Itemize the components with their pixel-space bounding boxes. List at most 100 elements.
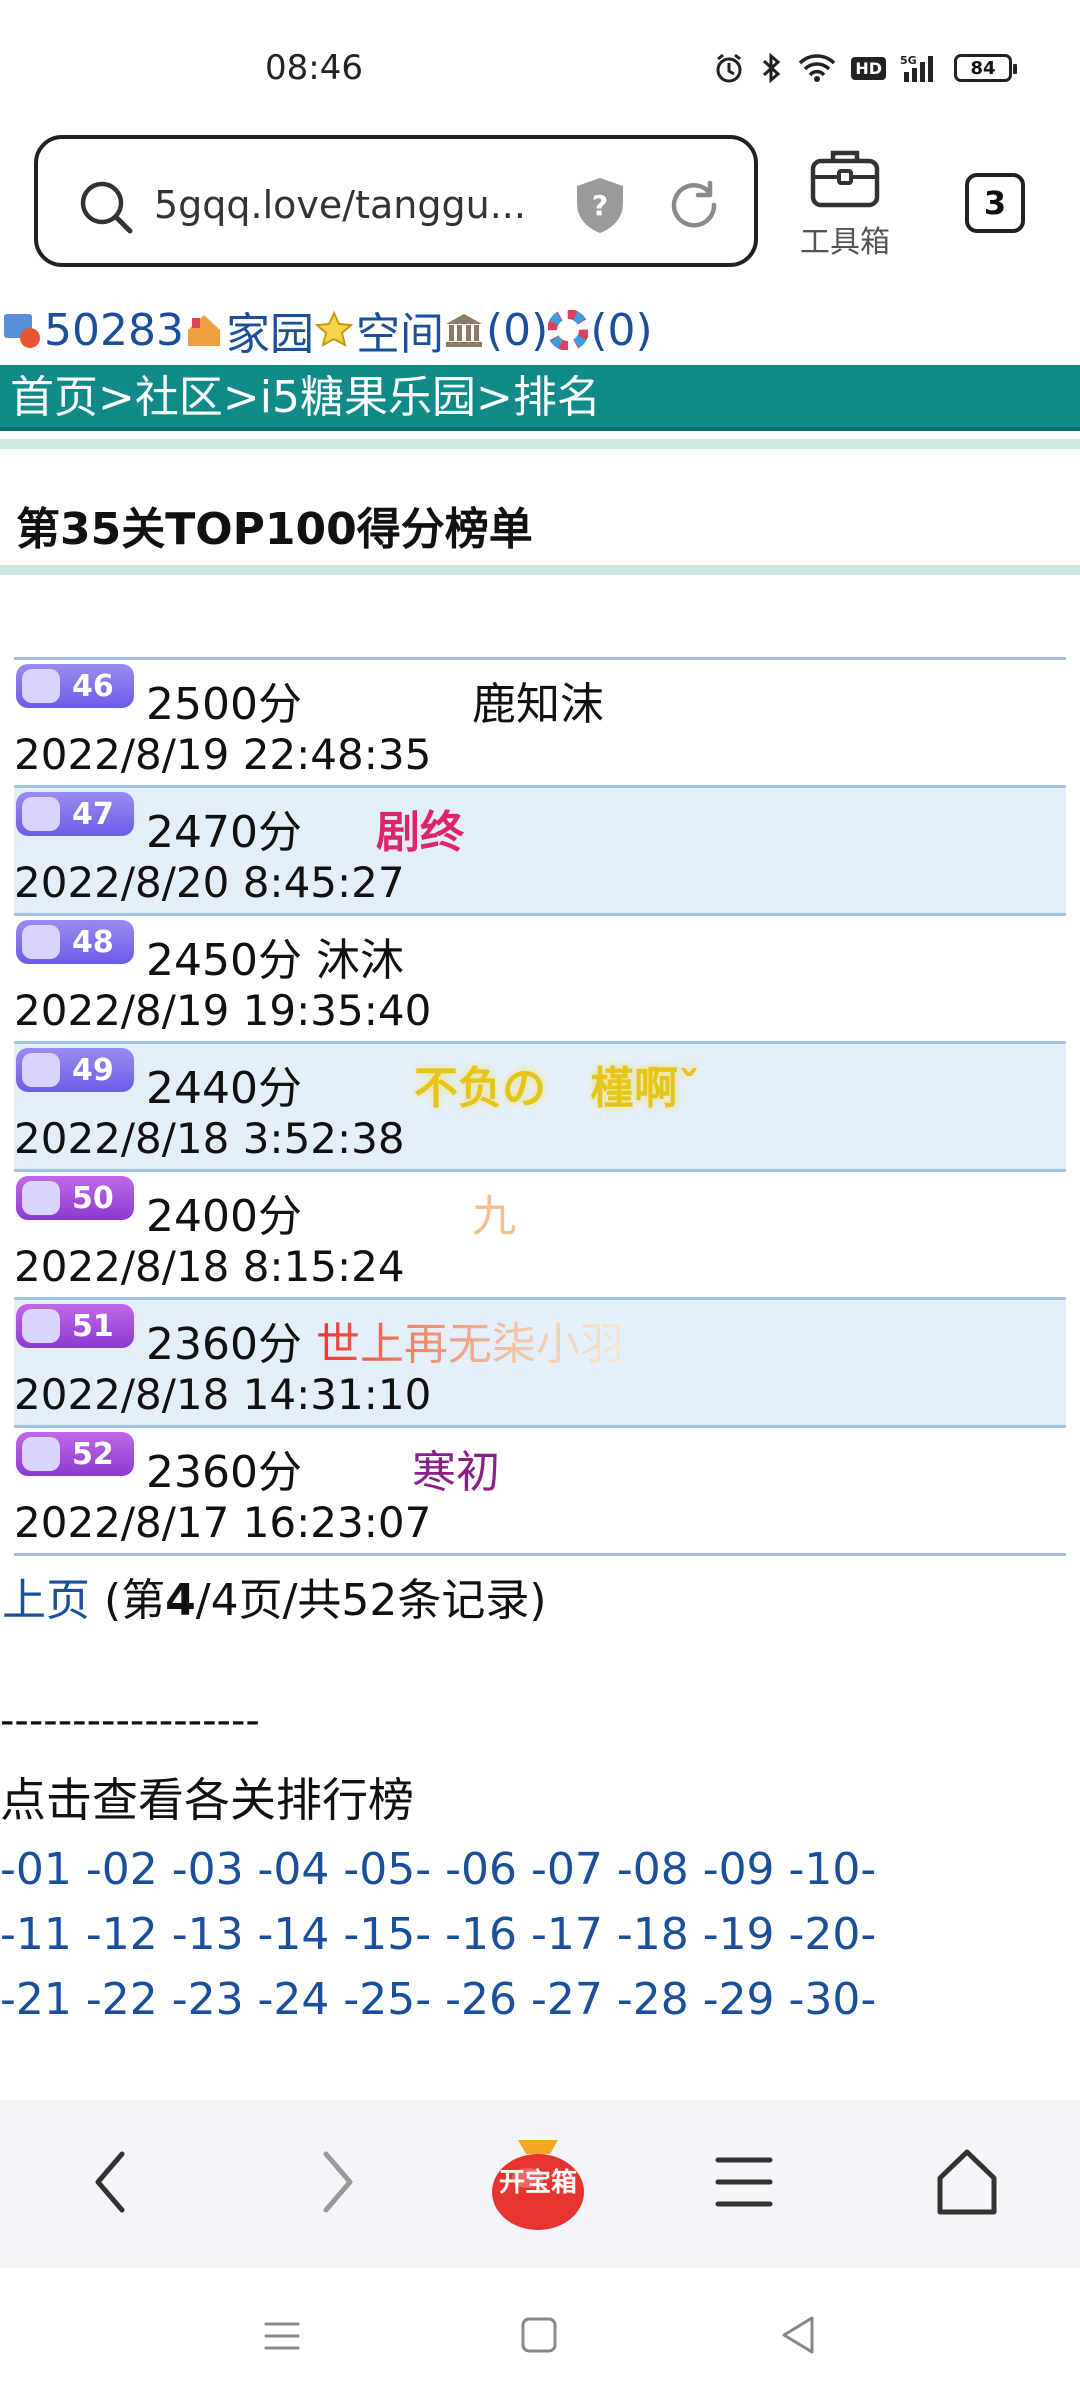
rank-number: 47 [72,796,114,832]
levels-title: 点击查看各关排行榜 [0,1773,414,1827]
bank-count-link[interactable]: (0) [486,305,548,356]
level-links-row[interactable]: -21 -22 -23 -24 -25- -26 -27 -28 -29 -30… [0,1974,1080,2025]
rank-number: 49 [72,1052,114,1088]
rank-badge: 49 [16,1048,134,1092]
page-title: 第35关TOP100得分榜单 [16,504,533,555]
rank-badge-icon [22,1181,60,1215]
score: 2360分 [146,1447,302,1498]
treasure-box-button[interactable]: 开宝箱 [488,2122,588,2232]
rank-badge: 50 [16,1176,134,1220]
divider [0,565,1080,575]
player-name-link[interactable]: 寒初 [412,1436,500,1500]
user-icon [2,310,42,350]
current-page: 4 [165,1575,196,1626]
page-content: 50283 家园 空间 (0) (0) 首页>社区>i5糖果乐园>排名 第35关… [0,295,1080,2025]
player-name-link[interactable]: 沐沐 [316,924,404,988]
level-links-row[interactable]: -01 -02 -03 -04 -05- -06 -07 -08 -09 -10… [0,1844,1080,1895]
ranking-row: 49 2440分 不负の 槿啊ˇ 2022/8/18 3:52:38 [14,1044,1066,1172]
rank-number: 50 [72,1180,114,1216]
toolbox-label: 工具箱 [800,225,890,260]
bluetooth-icon [759,52,783,84]
wifi-icon [797,53,837,83]
status-icons: HD 5G 84 [713,52,1017,84]
signal-5g-icon: 5G [900,52,940,84]
timestamp: 2022/8/19 19:35:40 [14,986,432,1035]
rank-number: 46 [72,668,114,704]
rank-badge-icon [22,1437,60,1471]
hd-icon: HD [851,56,886,80]
rank-badge-icon [22,925,60,959]
score: 2450分 [146,935,302,986]
player-name-link[interactable]: 鹿知沫 [472,668,604,732]
star-icon [314,310,354,350]
rank-badge: 47 [16,792,134,836]
rank-badge: 51 [16,1304,134,1348]
user-id-link[interactable]: 50283 [44,305,184,356]
timestamp: 2022/8/18 8:15:24 [14,1242,405,1291]
home-link[interactable]: 家园 [226,298,314,362]
bank-icon [444,310,484,350]
pager-info-pre: (第 [90,1575,166,1626]
toolbox-icon [809,150,881,213]
rank-badge: 48 [16,920,134,964]
user-bar: 50283 家园 空间 (0) (0) [0,295,1080,365]
battery-icon: 84 [954,54,1017,82]
ranking-row: 48 2450分 沐沐 2022/8/19 19:35:40 [14,916,1066,1044]
rank-badge-icon [22,1309,60,1343]
rank-badge: 52 [16,1432,134,1476]
status-bar: 08:46 HD 5G 84 [0,0,1080,130]
pager: 上页 (第4/4页/共52条记录) [0,1564,1080,1628]
rank-number: 48 [72,924,114,960]
score: 2500分 [146,679,302,730]
score: 2440分 [146,1063,302,1114]
menu-icon[interactable] [714,2142,774,2226]
ranking-row: 51 2360分 世上再无柒小羽 2022/8/18 14:31:10 [14,1300,1066,1428]
pager-info-post: /4页/共52条记录) [195,1575,547,1626]
timestamp: 2022/8/18 14:31:10 [14,1370,432,1419]
player-name-link[interactable]: 世上再无柒小羽 [316,1308,624,1372]
prev-page-link[interactable]: 上页 [2,1575,90,1626]
tab-count-button[interactable]: 3 [965,173,1025,233]
breadcrumb[interactable]: 首页>社区>i5糖果乐园>排名 [0,365,1080,431]
address-bar[interactable]: 5gqq.love/tanggu... ? [34,135,758,267]
rank-badge-icon [22,1053,60,1087]
treasure-label: 开宝箱 [498,2168,577,2198]
ranking-row: 46 2500分 鹿知沫 2022/8/19 22:48:35 [14,660,1066,788]
score: 2470分 [146,807,302,858]
score: 2400分 [146,1191,302,1242]
home-nav-icon[interactable] [520,2316,558,2358]
ranking-list: 46 2500分 鹿知沫 2022/8/19 22:48:35 47 2470分… [14,657,1066,1556]
ranking-row: 47 2470分 剧终 2022/8/20 8:45:27 [14,788,1066,916]
ranking-row: 50 2400分 九 2022/8/18 8:15:24 [14,1172,1066,1300]
rank-badge: 46 [16,664,134,708]
back-nav-icon[interactable] [778,2314,818,2360]
home-page-icon[interactable] [934,2142,1000,2226]
reload-icon[interactable] [666,177,722,237]
level-links-row[interactable]: -11 -12 -13 -14 -15- -16 -17 -18 -19 -20… [0,1909,1080,1960]
player-name-link[interactable]: 九 [472,1180,516,1244]
message-count-link[interactable]: (0) [590,305,652,356]
forward-icon[interactable] [312,2142,362,2226]
search-icon [76,177,136,241]
home-icon [184,310,224,350]
back-icon[interactable] [86,2142,136,2226]
shield-icon[interactable]: ? [574,175,626,239]
rank-badge-icon [22,797,60,831]
status-time: 08:46 [265,48,363,88]
timestamp: 2022/8/17 16:23:07 [14,1498,432,1547]
timestamp: 2022/8/20 8:45:27 [14,858,405,907]
browser-bottom-nav: 开宝箱 [0,2100,1080,2268]
svg-text:?: ? [592,189,608,222]
space-link[interactable]: 空间 [356,298,444,362]
player-name-link[interactable]: 剧终 [376,796,464,860]
system-nav-bar [0,2268,1080,2400]
score: 2360分 [146,1319,302,1370]
url-text[interactable]: 5gqq.love/tanggu... [154,183,526,227]
recent-apps-icon[interactable] [262,2318,302,2358]
toolbox-button[interactable]: 工具箱 [790,145,900,261]
divider-text: ------------------ [0,1698,260,1744]
rank-number: 52 [72,1436,114,1472]
player-name-link[interactable]: 不负の 槿啊ˇ [414,1052,700,1116]
alarm-icon [713,52,745,84]
color-wheel-icon [547,309,590,351]
